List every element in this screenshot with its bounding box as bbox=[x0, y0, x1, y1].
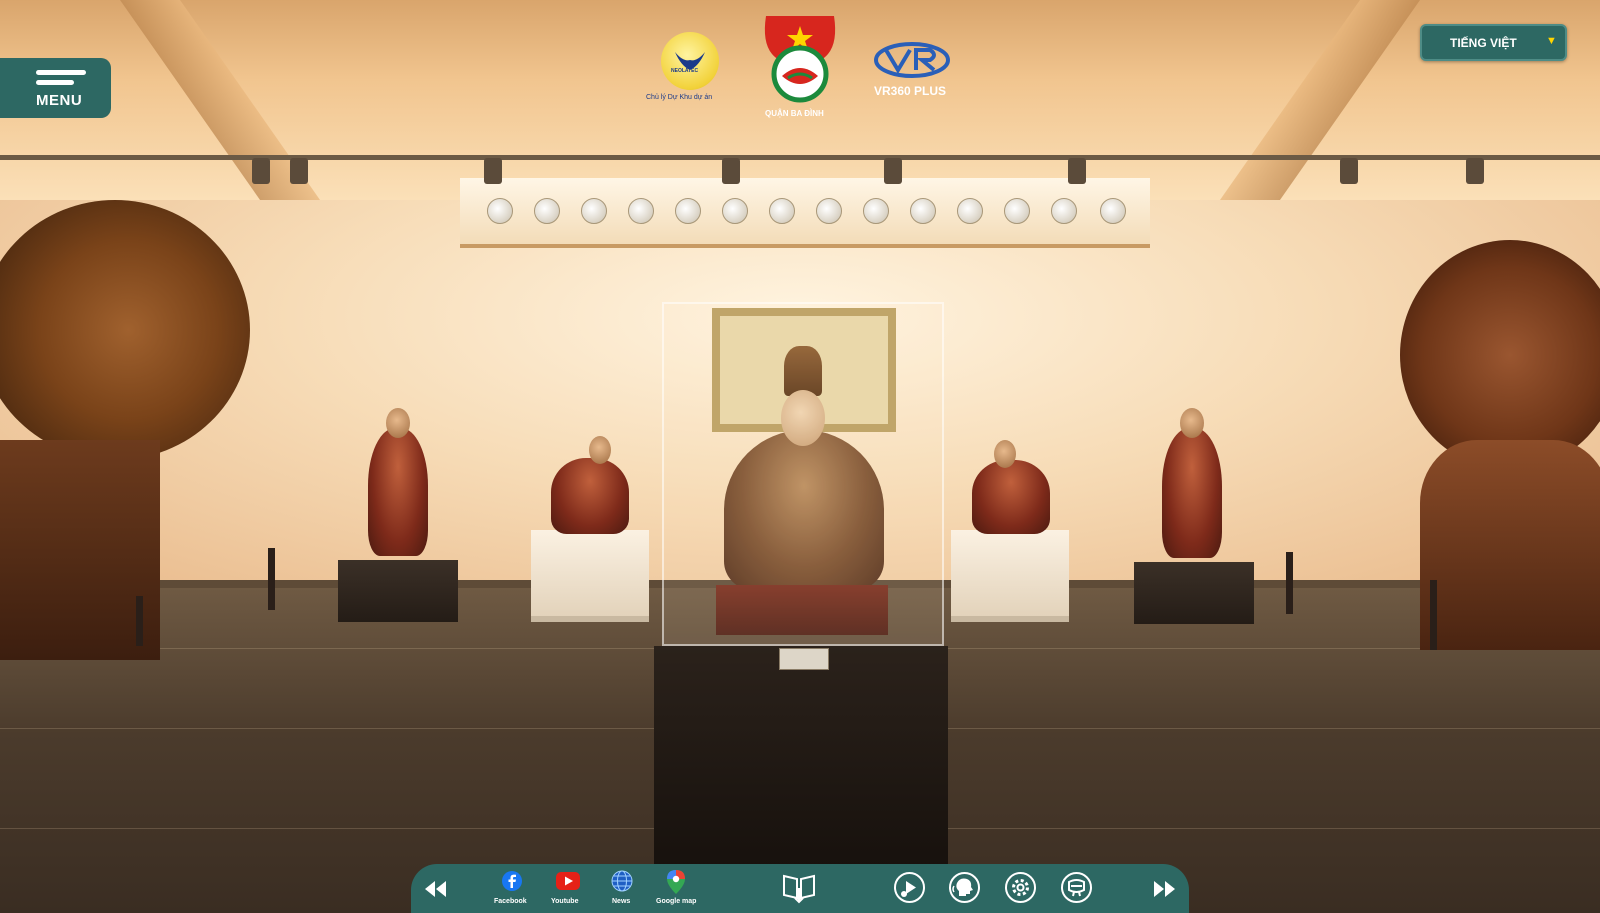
seated-statue[interactable] bbox=[972, 460, 1050, 534]
seated-statue[interactable] bbox=[551, 458, 629, 534]
spotlight bbox=[722, 158, 740, 184]
vr360-logo bbox=[874, 42, 950, 78]
menu-button[interactable]: MENU bbox=[0, 58, 111, 118]
audio-guide-icon bbox=[894, 872, 925, 903]
globe-icon bbox=[611, 870, 633, 892]
hamburger-bar bbox=[36, 80, 74, 85]
speaking-head-glyph bbox=[952, 878, 973, 896]
barrier-post bbox=[1430, 580, 1437, 650]
ceiling-disc bbox=[628, 198, 654, 224]
neolatec-logo bbox=[661, 32, 719, 90]
news-label: News bbox=[612, 898, 631, 905]
statue-head bbox=[589, 436, 611, 464]
google-map-label: Google map bbox=[656, 898, 697, 905]
pedestal bbox=[338, 560, 458, 622]
facebook-icon bbox=[502, 871, 522, 891]
spotlight bbox=[484, 158, 502, 184]
youth-union-logo bbox=[764, 16, 836, 103]
spotlight bbox=[884, 158, 902, 184]
glass-showcase bbox=[662, 302, 944, 646]
google-map-button[interactable]: Google map bbox=[656, 870, 696, 910]
news-button[interactable]: News bbox=[607, 870, 637, 910]
guide-book-button[interactable] bbox=[782, 872, 816, 904]
standing-statue[interactable] bbox=[368, 428, 428, 556]
spotlight bbox=[1340, 158, 1358, 184]
audio-guide-glyph bbox=[901, 881, 916, 897]
barrier-post bbox=[268, 548, 275, 610]
ceiling-disc bbox=[863, 198, 889, 224]
hamburger-bar bbox=[36, 70, 86, 75]
barrier-post bbox=[136, 596, 143, 646]
showcase-pedestal bbox=[654, 646, 948, 868]
youth-union-caption: QUẬN BA ĐÌNH bbox=[765, 109, 824, 118]
lighting-track bbox=[0, 155, 1600, 160]
ceiling-disc bbox=[957, 198, 983, 224]
youtube-icon bbox=[556, 872, 580, 890]
fast-forward-icon bbox=[1154, 881, 1175, 897]
voice-icon bbox=[949, 872, 980, 903]
facebook-button[interactable]: Facebook bbox=[494, 870, 528, 910]
previous-scene-button[interactable] bbox=[423, 876, 449, 902]
spotlight bbox=[252, 158, 270, 184]
ceiling-disc bbox=[722, 198, 748, 224]
audio-guide-button[interactable] bbox=[894, 872, 926, 904]
pedestal bbox=[531, 530, 649, 622]
ceiling-disc bbox=[910, 198, 936, 224]
bottom-toolbar: Facebook Youtube News Google map bbox=[411, 864, 1189, 913]
ceiling-disc bbox=[581, 198, 607, 224]
spotlight bbox=[1466, 158, 1484, 184]
pedestal bbox=[951, 530, 1069, 622]
statue-head bbox=[1180, 408, 1204, 438]
voice-button[interactable] bbox=[949, 872, 981, 904]
youtube-button[interactable]: Youtube bbox=[551, 870, 585, 910]
neolatec-wordmark: NEOLATEC bbox=[671, 68, 699, 74]
vr-mode-button[interactable] bbox=[1061, 872, 1093, 904]
tour-viewport[interactable]: NEOLATEC Chủ lý Dự Khu dự án QUẬN BA ĐÌN… bbox=[0, 0, 1600, 913]
settings-icon bbox=[1005, 872, 1036, 903]
standing-statue[interactable] bbox=[1162, 428, 1222, 558]
settings-button[interactable] bbox=[1005, 872, 1037, 904]
next-scene-button[interactable] bbox=[1151, 876, 1177, 902]
guide-book-icon bbox=[783, 874, 815, 904]
exhibit-label-card[interactable] bbox=[779, 648, 829, 670]
vr360-caption: VR360 PLUS bbox=[874, 84, 947, 98]
gear-glyph bbox=[1012, 879, 1029, 896]
language-select[interactable]: TIẾNG VIỆT ▼ bbox=[1420, 24, 1567, 61]
ceiling-disc bbox=[675, 198, 701, 224]
ceiling-disc bbox=[1051, 198, 1077, 224]
spotlight bbox=[290, 158, 308, 184]
language-selected-label: TIẾNG VIỆT bbox=[1450, 36, 1517, 50]
statue-head bbox=[386, 408, 410, 438]
ceiling-disc bbox=[1004, 198, 1030, 224]
ceiling-disc bbox=[534, 198, 560, 224]
spotlight bbox=[1068, 158, 1086, 184]
neolatec-caption: Chủ lý Dự Khu dự án bbox=[646, 94, 713, 101]
menu-label: MENU bbox=[36, 92, 83, 109]
statue-base bbox=[1420, 440, 1600, 650]
ceiling-disc bbox=[816, 198, 842, 224]
barrier-post bbox=[1286, 552, 1293, 614]
vr-headset-glyph bbox=[1068, 879, 1085, 897]
pedestal bbox=[1134, 562, 1254, 624]
ceiling-disc bbox=[487, 198, 513, 224]
triangle-down-icon: ▼ bbox=[1546, 35, 1557, 47]
map-pin-icon bbox=[667, 870, 685, 894]
facebook-label: Facebook bbox=[494, 898, 527, 905]
vr-headset-icon bbox=[1061, 872, 1092, 903]
ceiling-light-panel bbox=[460, 178, 1150, 248]
bird-icon bbox=[675, 52, 705, 70]
statue-head bbox=[994, 440, 1016, 468]
ceiling-disc bbox=[1100, 198, 1126, 224]
ceiling-disc bbox=[769, 198, 795, 224]
rewind-icon bbox=[425, 881, 446, 897]
youtube-label: Youtube bbox=[551, 898, 579, 905]
